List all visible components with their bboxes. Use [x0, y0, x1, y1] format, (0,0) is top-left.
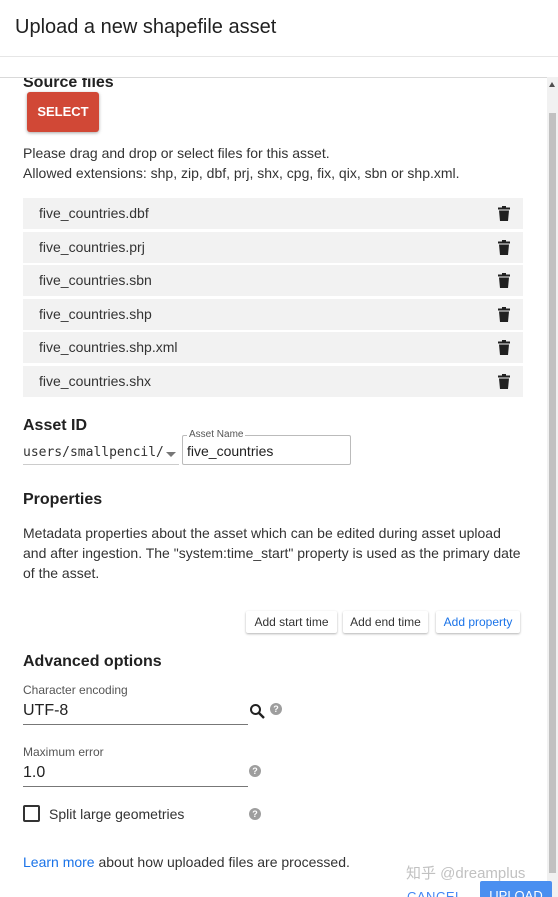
- file-name: five_countries.shp: [39, 305, 152, 322]
- watermark: 知乎 @dreamplus: [406, 865, 526, 882]
- learn-more-text: Learn more about how uploaded files are …: [23, 852, 350, 872]
- source-instruction-2: Allowed extensions: shp, zip, dbf, prj, …: [23, 165, 460, 181]
- asset-name-label: Asset Name: [187, 429, 246, 440]
- file-name: five_countries.shp.xml: [39, 339, 178, 356]
- trash-icon[interactable]: [498, 273, 510, 289]
- dialog-content[interactable]: Source files SELECT Please drag and drop…: [0, 77, 547, 897]
- properties-description-3: of the asset.: [23, 565, 100, 581]
- properties-description-1: Metadata properties about the asset whic…: [23, 525, 501, 541]
- learn-more-link[interactable]: Learn more: [23, 854, 95, 870]
- learn-more-rest: about how uploaded files are processed.: [94, 854, 350, 870]
- trash-icon[interactable]: [498, 206, 510, 221]
- scrollbar[interactable]: [547, 77, 558, 897]
- properties-heading: Properties: [23, 491, 103, 508]
- dialog-header: Upload a new shapefile asset: [0, 0, 558, 57]
- file-row: five_countries.prj: [23, 231, 523, 263]
- scroll-up-arrow-icon[interactable]: [549, 82, 555, 87]
- dialog-title: Upload a new shapefile asset: [15, 16, 277, 38]
- file-row: five_countries.shp: [23, 298, 523, 330]
- help-icon[interactable]: ?: [249, 765, 261, 777]
- add-start-time-button[interactable]: Add start time: [246, 611, 337, 633]
- cancel-button[interactable]: CANCEL: [407, 889, 463, 897]
- trash-icon[interactable]: [498, 239, 510, 255]
- max-error-label: Maximum error: [23, 745, 104, 759]
- trash-icon[interactable]: [498, 373, 510, 389]
- file-row: five_countries.dbf: [23, 198, 523, 229]
- chevron-down-icon[interactable]: [166, 452, 176, 457]
- file-list: five_countries.dbf five_countries.prj fi…: [23, 198, 523, 400]
- file-row: five_countries.sbn: [23, 265, 523, 297]
- source-instruction-1: Please drag and drop or select files for…: [23, 145, 330, 161]
- help-icon[interactable]: ?: [270, 703, 282, 715]
- select-files-button[interactable]: SELECT: [27, 92, 99, 132]
- trash-icon[interactable]: [498, 340, 510, 356]
- split-geometries-label: Split large geometries: [49, 806, 185, 822]
- asset-id-heading: Asset ID: [23, 417, 88, 434]
- file-name: five_countries.shx: [39, 372, 152, 389]
- asset-root-underline: [23, 464, 179, 465]
- file-row: five_countries.shx: [23, 365, 523, 397]
- file-name: five_countries.dbf: [39, 205, 149, 221]
- add-property-button[interactable]: Add property: [436, 611, 520, 633]
- search-icon[interactable]: [249, 703, 265, 719]
- max-error-input[interactable]: 1.0: [23, 764, 45, 782]
- max-error-underline: [23, 786, 248, 787]
- help-icon[interactable]: ?: [249, 808, 261, 820]
- trash-icon[interactable]: [498, 306, 510, 322]
- add-end-time-button[interactable]: Add end time: [343, 611, 428, 633]
- encoding-input[interactable]: UTF-8: [23, 702, 68, 720]
- encoding-underline: [23, 724, 248, 725]
- split-geometries-checkbox[interactable]: [23, 805, 40, 822]
- asset-name-value[interactable]: five_countries: [187, 443, 273, 459]
- source-files-heading: Source files: [23, 77, 114, 91]
- scrollbar-thumb[interactable]: [549, 113, 556, 873]
- file-name: five_countries.prj: [39, 238, 145, 255]
- properties-description-2: and after ingestion. The "system:time_st…: [23, 545, 521, 561]
- file-row: five_countries.shp.xml: [23, 332, 523, 364]
- upload-button[interactable]: UPLOAD: [480, 881, 552, 897]
- encoding-label: Character encoding: [23, 683, 128, 697]
- advanced-options-heading: Advanced options: [23, 653, 162, 670]
- asset-root-select[interactable]: users/smallpencil/: [23, 445, 164, 460]
- file-name: five_countries.sbn: [39, 272, 152, 289]
